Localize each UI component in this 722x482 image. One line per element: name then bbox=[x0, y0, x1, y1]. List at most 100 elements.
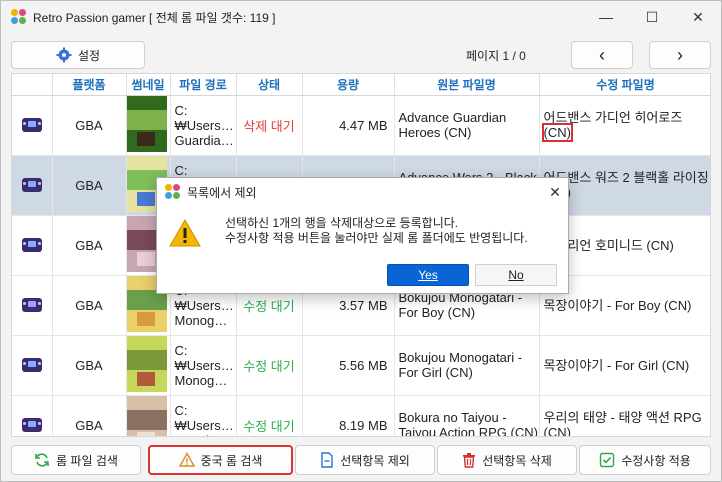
app-window: Retro Passion gamer [ 전체 롬 파일 갯수: 119 ] … bbox=[0, 0, 722, 482]
original-name-cell: Bokura no Taiyou - Taiyou Action RPG (CN… bbox=[394, 395, 540, 436]
delete-selected-label: 선택항목 삭제 bbox=[482, 453, 552, 468]
dialog-title: 목록에서 제외 bbox=[187, 185, 257, 200]
modified-name-cell[interactable]: 우리의 태양 - 태양 액션 RPG (CN) bbox=[539, 395, 710, 437]
dialog-body: 선택하신 1개의 행을 삭제대상으로 등록합니다. 수정사항 적용 버튼을 눌러… bbox=[169, 214, 559, 258]
size-cell: 8.19 MB bbox=[302, 395, 395, 436]
file-path-cell: C: ₩Users… Guardia… bbox=[170, 95, 237, 156]
header-icon-col bbox=[12, 74, 53, 96]
dialog-message-line2: 수정사항 적용 버튼을 눌러야만 실제 롬 폴더에도 반영됩니다. bbox=[225, 231, 528, 245]
modified-name-text: 목장이야기 - For Girl (CN) bbox=[543, 357, 690, 373]
platform-cell: GBA bbox=[52, 155, 127, 216]
thumbnail-cell bbox=[126, 95, 171, 156]
header-modified-name[interactable]: 수정 파일명 bbox=[539, 74, 710, 96]
header-original-name[interactable]: 원본 파일명 bbox=[394, 74, 540, 96]
no-button[interactable]: No bbox=[475, 264, 557, 286]
dialog-message-line1: 선택하신 1개의 행을 삭제대상으로 등록합니다. bbox=[225, 216, 459, 230]
header-size[interactable]: 용량 bbox=[302, 74, 395, 96]
app-logo-icon bbox=[11, 9, 27, 25]
prev-page-button[interactable]: ‹ bbox=[571, 41, 633, 69]
maximize-button[interactable]: ☐ bbox=[629, 1, 675, 33]
apply-changes-button[interactable]: 수정사항 적용 bbox=[579, 445, 711, 475]
minimize-icon: — bbox=[599, 9, 613, 25]
platform-cell: GBA bbox=[52, 275, 127, 336]
header-status[interactable]: 상태 bbox=[236, 74, 303, 96]
maximize-icon: ☐ bbox=[645, 8, 659, 25]
gba-console-icon bbox=[21, 298, 42, 312]
trash-icon bbox=[463, 453, 476, 468]
thumbnail-cell bbox=[126, 335, 171, 396]
original-name-cell: Bokujou Monogatari - For Girl (CN) bbox=[394, 335, 540, 396]
title-bar: Retro Passion gamer [ 전체 롬 파일 갯수: 119 ] … bbox=[1, 1, 721, 33]
gba-console-icon bbox=[21, 358, 42, 372]
toolbar: 설정 페이지 1 / 0 ‹ › bbox=[11, 41, 711, 69]
modified-name-suffix: (CN) bbox=[541, 123, 573, 142]
file-path-cell: C: ₩Users… Monog… bbox=[170, 335, 237, 396]
table-row[interactable]: GBA C: ₩Users… Monog… 수정 대기 5.56 MB Bokujou … bbox=[12, 335, 710, 396]
delete-selected-button[interactable]: 선택항목 삭제 bbox=[437, 445, 577, 475]
status-cell: 수정 대기 bbox=[236, 335, 303, 396]
platform-cell: GBA bbox=[52, 395, 127, 436]
refresh-icon bbox=[35, 453, 49, 467]
platform-cell: GBA bbox=[52, 335, 127, 396]
thumbnail-image bbox=[126, 395, 167, 436]
table-header-row: 플랫폼 썸네일 파일 경로 상태 용량 원본 파일명 수정 파일명 bbox=[12, 74, 710, 96]
status-cell: 수정 대기 bbox=[236, 395, 303, 436]
gba-console-icon bbox=[21, 118, 42, 132]
thumbnail-image bbox=[126, 95, 167, 152]
size-cell: 4.47 MB bbox=[302, 95, 395, 156]
search-roms-label: 롬 파일 검색 bbox=[56, 453, 118, 468]
gear-icon bbox=[56, 47, 72, 63]
yes-button[interactable]: Yes bbox=[387, 264, 469, 286]
platform-cell: GBA bbox=[52, 215, 127, 276]
modified-name-text: 우리의 태양 - 태양 액션 RPG (CN) bbox=[543, 410, 702, 437]
exclude-selected-label: 선택항목 제외 bbox=[340, 453, 410, 468]
table-row[interactable]: GBA C: ₩Users… no Taiy…수정 대기8.19 MBBokura… bbox=[12, 395, 710, 437]
platform-icon-cell bbox=[12, 95, 53, 156]
next-page-button[interactable]: › bbox=[649, 41, 711, 69]
settings-button[interactable]: 설정 bbox=[11, 41, 145, 69]
window-title: Retro Passion gamer [ 전체 롬 파일 갯수: 119 ] bbox=[33, 10, 276, 25]
header-platform[interactable]: 플랫폼 bbox=[52, 74, 127, 96]
warning-icon bbox=[169, 218, 201, 247]
platform-icon-cell bbox=[12, 215, 53, 276]
bottom-action-bar: 롬 파일 검색 중국 롬 검색 선택항목 제외 선택항목 삭제 수정사항 적용 bbox=[11, 445, 711, 475]
thumbnail-image bbox=[126, 335, 167, 392]
platform-icon-cell bbox=[12, 275, 53, 336]
checkbox-checked-icon bbox=[600, 452, 615, 468]
close-icon: ✕ bbox=[549, 183, 561, 200]
close-icon: ✕ bbox=[692, 8, 704, 25]
search-roms-button[interactable]: 롬 파일 검색 bbox=[11, 445, 141, 475]
search-chinese-label: 중국 롬 검색 bbox=[200, 453, 263, 468]
modified-name-text: 어드밴스 가디언 히어로즈 bbox=[543, 110, 683, 125]
document-icon bbox=[321, 452, 333, 468]
chevron-left-icon: ‹ bbox=[599, 44, 605, 65]
minimize-button[interactable]: — bbox=[583, 1, 629, 33]
thumbnail-cell bbox=[126, 395, 171, 436]
dialog-title-bar: 목록에서 제외 ✕ bbox=[157, 178, 568, 206]
platform-icon-cell bbox=[12, 335, 53, 396]
modified-name-cell[interactable]: 목장이야기 - For Girl (CN) bbox=[539, 335, 710, 396]
apply-changes-label: 수정사항 적용 bbox=[621, 453, 691, 468]
modified-name-cell[interactable]: 어드밴스 가디언 히어로즈 (CN) bbox=[539, 95, 710, 156]
gba-console-icon bbox=[21, 178, 42, 192]
size-cell: 5.56 MB bbox=[302, 335, 395, 396]
status-cell: 삭제 대기 bbox=[236, 95, 303, 156]
table-row[interactable]: GBA C: ₩Users… Guardia… 삭제 대기 4.47 MB Advanc… bbox=[12, 95, 710, 156]
gba-console-icon bbox=[21, 418, 42, 432]
platform-cell: GBA bbox=[52, 95, 127, 156]
platform-icon-cell bbox=[12, 155, 53, 216]
exclude-selected-button[interactable]: 선택항목 제외 bbox=[295, 445, 435, 475]
header-thumbnail[interactable]: 썸네일 bbox=[126, 74, 171, 96]
warning-icon bbox=[178, 452, 195, 467]
header-file-path[interactable]: 파일 경로 bbox=[170, 74, 237, 96]
modified-name-text: 목장이야기 - For Boy (CN) bbox=[543, 297, 692, 313]
dialog-close-button[interactable]: ✕ bbox=[542, 184, 568, 201]
dialog-message: 선택하신 1개의 행을 삭제대상으로 등록합니다. 수정사항 적용 버튼을 눌러… bbox=[225, 216, 528, 246]
settings-label: 설정 bbox=[77, 48, 101, 63]
chevron-right-icon: › bbox=[677, 44, 683, 65]
search-chinese-roms-button[interactable]: 중국 롬 검색 bbox=[148, 445, 293, 475]
page-indicator: 페이지 1 / 0 bbox=[466, 49, 526, 63]
original-name-cell: Advance Guardian Heroes (CN) bbox=[394, 95, 540, 156]
close-button[interactable]: ✕ bbox=[675, 1, 721, 33]
dialog-logo-icon bbox=[165, 184, 181, 200]
